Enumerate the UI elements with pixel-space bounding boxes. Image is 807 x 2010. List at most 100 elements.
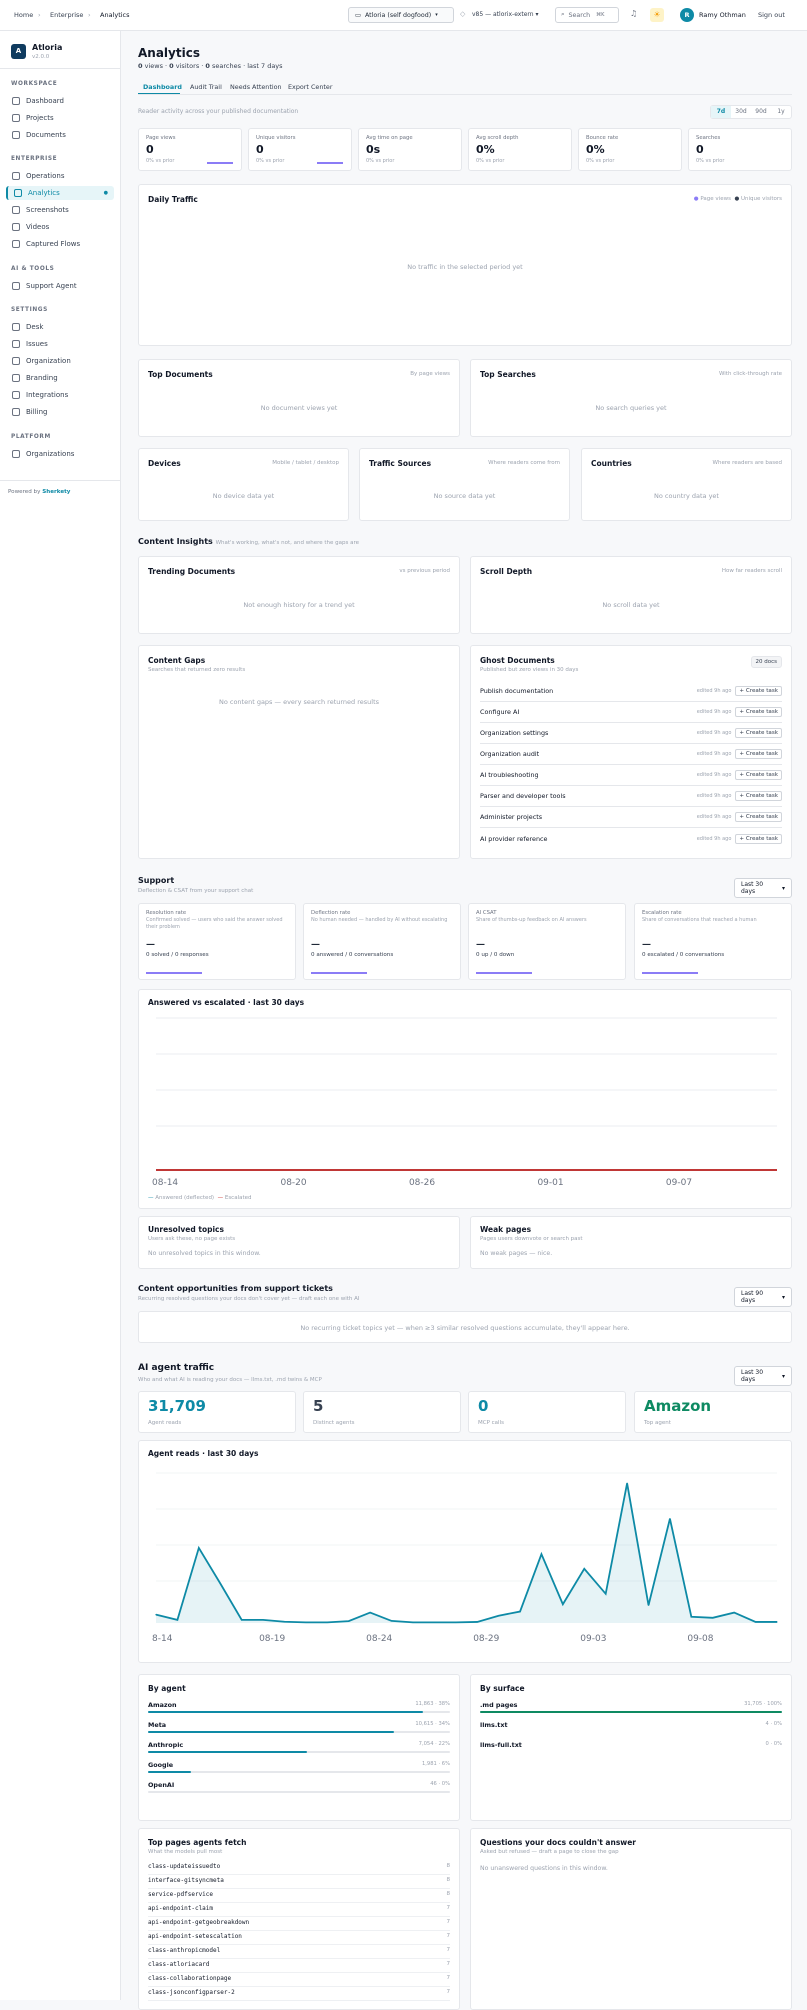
agent-row: Amazon 11,863 · 38%: [148, 1701, 450, 1721]
top-page-row[interactable]: class-atloriacard 7: [148, 1959, 450, 1973]
sidebar-item-branding[interactable]: Branding: [6, 371, 114, 385]
sidebar-item-integrations[interactable]: Integrations: [6, 388, 114, 402]
ghost-doc-name[interactable]: Parser and developer tools: [480, 792, 697, 800]
ghost-doc-name[interactable]: Configure AI: [480, 708, 697, 716]
brand-name[interactable]: Sherkety: [42, 489, 70, 495]
user-name[interactable]: Ramy Othman: [699, 11, 746, 19]
data-point: [176, 1619, 179, 1621]
range-1y[interactable]: 1y: [771, 106, 791, 118]
sidebar-item-organization[interactable]: Organization: [6, 354, 114, 368]
edited-time: edited 9h ago: [696, 709, 732, 715]
chevron-down-icon: ▾: [781, 1372, 785, 1380]
create-task-button[interactable]: + Create task: [735, 707, 782, 717]
agent-value: 1,981 · 6%: [421, 1761, 450, 1767]
card-title: Content Gaps: [148, 656, 206, 665]
support-range-select[interactable]: Last 30 days ▾: [734, 878, 792, 898]
kpi-value: 0: [146, 143, 154, 156]
ghost-doc-name[interactable]: AI provider reference: [480, 835, 697, 843]
card-hint: Where readers come from: [488, 460, 560, 466]
tab-audit-trail[interactable]: Audit Trail: [190, 83, 222, 91]
top-page-row[interactable]: interface-gitsyncmeta 8: [148, 1875, 450, 1889]
empty-state: No unanswered questions in this window.: [480, 1865, 608, 1872]
avatar[interactable]: R: [680, 8, 694, 22]
sidebar-item-projects[interactable]: Projects: [6, 111, 114, 125]
create-task-button[interactable]: + Create task: [735, 833, 782, 844]
tag-icon: ◇: [460, 10, 466, 18]
tab-export-center[interactable]: Export Center: [288, 83, 332, 91]
branch-select[interactable]: v85 — atlorix-extern ▾: [472, 11, 538, 18]
sidebar-item-label: Branding: [26, 374, 58, 382]
sidebar-item-dashboard[interactable]: Dashboard: [6, 94, 114, 108]
sidebar-item-billing[interactable]: Billing: [6, 405, 114, 419]
range-30d[interactable]: 30d: [731, 106, 751, 118]
create-task-button[interactable]: + Create task: [735, 812, 782, 822]
surface-name: llms.txt: [480, 1721, 508, 1729]
ai-range-select[interactable]: Last 30 days ▾: [734, 1366, 792, 1386]
top-page-row[interactable]: class-updateissuedto 8: [148, 1861, 450, 1875]
home-icon: [12, 97, 20, 105]
create-task-button[interactable]: + Create task: [735, 749, 782, 759]
ghost-doc-name[interactable]: Publish documentation: [480, 687, 697, 695]
range-7d[interactable]: 7d: [711, 106, 731, 118]
ghost-doc-name[interactable]: AI troubleshooting: [480, 771, 697, 779]
sidebar-item-videos[interactable]: Videos: [6, 220, 114, 234]
top-page-row[interactable]: api-endpoint-claim 7: [148, 1903, 450, 1917]
top-page-row[interactable]: class-collaborationpage 7: [148, 1973, 450, 1987]
breadcrumb-home[interactable]: Home: [14, 11, 33, 19]
theme-toggle-sun-icon[interactable]: ☀: [650, 8, 664, 22]
sidebar-item-operations[interactable]: Operations: [6, 169, 114, 183]
bell-icon[interactable]: ♫: [630, 9, 637, 18]
sidebar-item-analytics[interactable]: Analytics ●: [6, 186, 114, 200]
ai-csat-card: AI CSAT Share of thumbs-up feedback on AI…: [468, 903, 626, 980]
surface-name: .md pages: [480, 1701, 518, 1709]
sidebar-item-screenshots[interactable]: Screenshots: [6, 203, 114, 217]
x-tick-label: 08-20: [280, 1178, 306, 1188]
kpi-label: Searches: [696, 135, 721, 141]
edited-time: edited 9h ago: [696, 751, 732, 757]
sidebar-item-issues[interactable]: Issues: [6, 337, 114, 351]
select-label: Last 30 days: [741, 1369, 764, 1383]
workspace-select[interactable]: ▭ Atloria (self dogfood) ▾: [348, 7, 454, 23]
create-task-button[interactable]: + Create task: [735, 770, 782, 780]
top-pages-card: Top pages agents fetch What the models p…: [138, 1828, 460, 2010]
tab-needs-attention[interactable]: Needs Attention: [230, 83, 282, 91]
data-point: [476, 1621, 478, 1623]
content-gaps-card: Content Gaps Searches that returned zero…: [138, 645, 460, 859]
empty-state: No source data yet: [433, 492, 496, 500]
range-90d[interactable]: 90d: [751, 106, 771, 118]
sidebar-item-organizations[interactable]: Organizations: [6, 447, 114, 461]
ghost-doc-name[interactable]: Administer projects: [480, 813, 697, 821]
ghost-doc-name[interactable]: Organization audit: [480, 750, 697, 758]
create-task-button[interactable]: + Create task: [735, 728, 782, 738]
top-page-row[interactable]: class-jsonconfigparser-2 7: [148, 1987, 450, 2001]
sidebar-item-documents[interactable]: Documents: [6, 128, 114, 142]
agent-reads-card: Agent reads · last 30 days 8-14 08-19 08-2…: [138, 1440, 792, 1663]
search-button[interactable]: ⌕ Search ⌘K: [555, 7, 619, 23]
top-page-row[interactable]: class-anthropicmodel 7: [148, 1945, 450, 1959]
sidebar-item-captured-flows[interactable]: Captured Flows: [6, 237, 114, 251]
opportunities-range-select[interactable]: Last 90 days ▾: [734, 1287, 792, 1307]
trending-documents-card: Trending Documents vs previous period No…: [138, 556, 460, 634]
top-page-row[interactable]: api-endpoint-getgeobreakdown 7: [148, 1917, 450, 1931]
card-label: Deflection rate: [311, 910, 351, 916]
sidebar-item-support-agent[interactable]: Support Agent: [6, 279, 114, 293]
top-page-row[interactable]: service-pdfservice 8: [148, 1889, 450, 1903]
empty-state: No weak pages — nice.: [480, 1250, 553, 1257]
page-slug: interface-gitsyncmeta: [148, 1877, 224, 1884]
sign-out-link[interactable]: Sign out: [758, 11, 785, 19]
ghost-doc-name[interactable]: Organization settings: [480, 729, 697, 737]
create-task-button[interactable]: + Create task: [735, 791, 782, 801]
sidebar-item-desk[interactable]: Desk: [6, 320, 114, 334]
tab-dashboard[interactable]: Dashboard: [143, 83, 182, 91]
breadcrumb-enterprise[interactable]: Enterprise: [50, 11, 83, 19]
top-page-row[interactable]: api-endpoint-setescalation 7: [148, 1931, 450, 1945]
sidebar-item-label: Screenshots: [26, 206, 69, 214]
ghost-row: Organization settings edited 9h ago + Crea…: [480, 723, 782, 744]
create-task-button[interactable]: + Create task: [735, 686, 782, 696]
select-label: Last 30 days: [741, 881, 764, 895]
data-point: [519, 1610, 521, 1613]
ai-traffic-sub: Who and what AI is reading your docs — l…: [138, 1377, 322, 1383]
org-name[interactable]: Atloria: [32, 43, 62, 52]
inbox-icon: [12, 323, 20, 331]
surface-bar-track: [480, 1711, 782, 1713]
